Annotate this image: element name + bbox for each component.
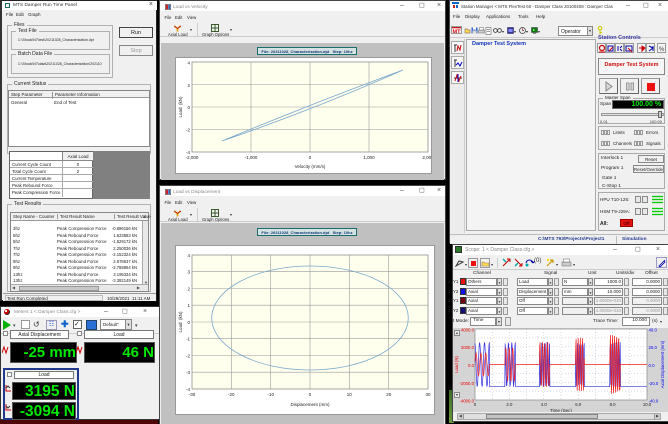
svg-text:0.0: 0.0: [468, 363, 475, 368]
svg-text:0: 0: [474, 402, 477, 407]
svg-text:2.0: 2.0: [506, 402, 513, 407]
svg-text:Load (kN): Load (kN): [178, 96, 183, 118]
svg-text:0.0: 0.0: [649, 363, 656, 368]
svg-text:2000.0: 2000.0: [461, 345, 475, 350]
svg-text:%: %: [659, 47, 665, 53]
svg-text:-1: -1: [186, 337, 190, 342]
svg-text:8.0: 8.0: [610, 402, 617, 407]
svg-text:-1,000: -1,000: [245, 155, 258, 160]
svg-text:0: 0: [187, 320, 190, 325]
svg-text:3: 3: [187, 270, 190, 275]
svg-text:Load (N): Load (N): [454, 356, 459, 373]
svg-text:Load (kN): Load (kN): [178, 311, 183, 333]
svg-text:-3: -3: [186, 370, 190, 375]
svg-text:-2,000: -2,000: [186, 155, 199, 160]
svg-text:20: 20: [386, 392, 392, 397]
svg-text:4: 4: [187, 253, 190, 258]
svg-text:0: 0: [309, 392, 312, 397]
svg-text:-2: -2: [186, 354, 190, 359]
svg-text:-2000.0: -2000.0: [459, 381, 474, 386]
svg-text:-2: -2: [186, 128, 190, 133]
svg-text:0: 0: [309, 155, 312, 160]
svg-text:MTS: MTS: [453, 30, 463, 35]
svg-text:-20.0: -20.0: [649, 381, 659, 386]
svg-text:40.0: 40.0: [649, 328, 658, 333]
svg-text:2,000: 2,000: [422, 155, 431, 160]
svg-text:Displacement (mm): Displacement (mm): [290, 402, 330, 407]
svg-text:10.0: 10.0: [643, 402, 652, 407]
svg-text:-30: -30: [189, 392, 196, 397]
svg-text:2: 2: [187, 83, 190, 88]
svg-text:10: 10: [347, 392, 353, 397]
svg-text:-10: -10: [267, 392, 274, 397]
svg-text:4000.0: 4000.0: [461, 328, 475, 333]
svg-text:30: 30: [425, 392, 431, 397]
svg-text:0: 0: [187, 105, 190, 110]
svg-text:20.0: 20.0: [649, 345, 658, 350]
svg-text:-20: -20: [228, 392, 235, 397]
svg-text:6.0: 6.0: [575, 402, 582, 407]
svg-text:-4000.0: -4000.0: [459, 399, 474, 404]
svg-text:1,000: 1,000: [363, 155, 375, 160]
svg-text:4.0: 4.0: [541, 402, 548, 407]
svg-text:1: 1: [187, 303, 190, 308]
svg-text:2: 2: [187, 287, 190, 292]
svg-text:Axial Displacement (mm): Axial Displacement (mm): [660, 340, 665, 388]
svg-text:Velocity (mm/s): Velocity (mm/s): [295, 164, 326, 169]
svg-text:Time (Sec): Time (Sec): [550, 408, 572, 412]
svg-text:4: 4: [187, 61, 190, 66]
